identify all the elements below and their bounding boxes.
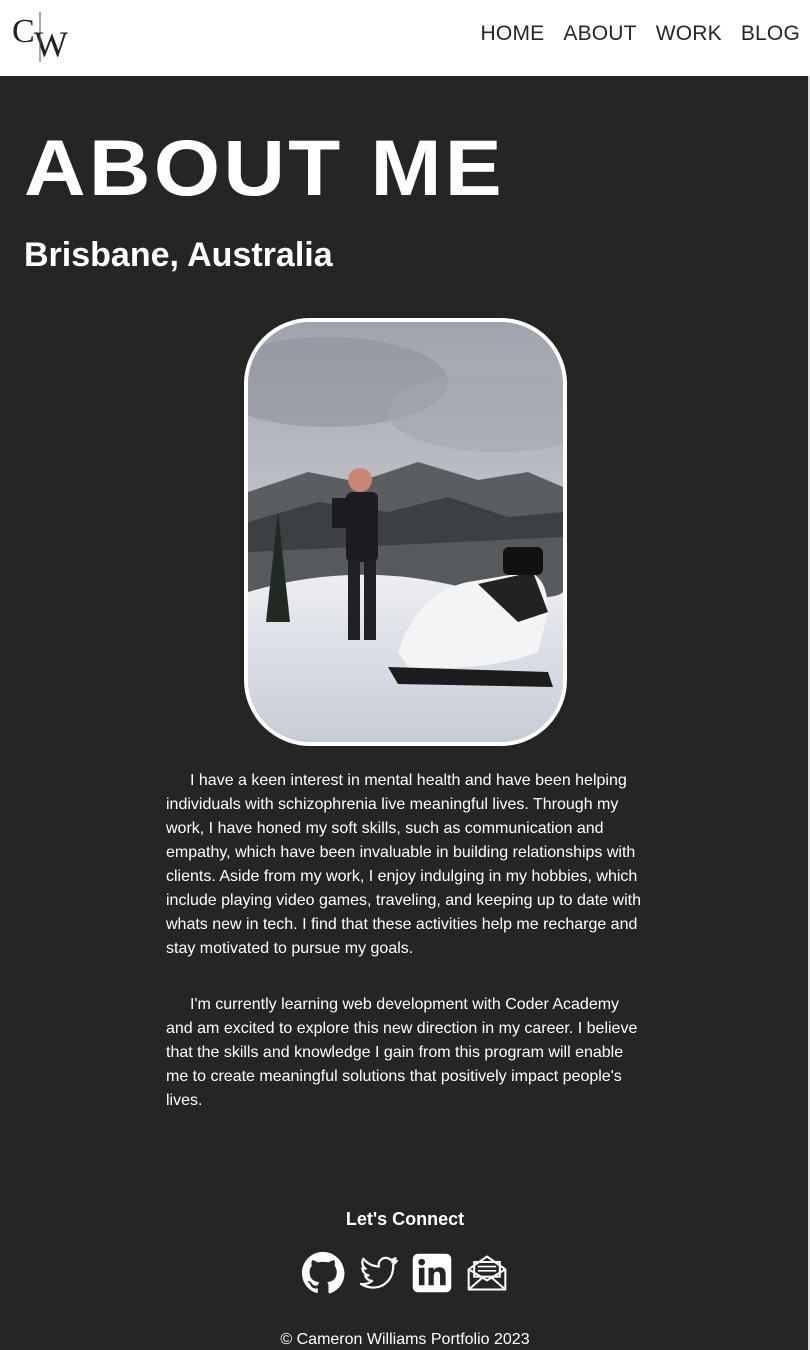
linkedin-icon[interactable] — [409, 1250, 455, 1296]
nav-home-link[interactable]: HOME — [481, 22, 545, 46]
location-subtitle: Brisbane, Australia — [24, 236, 333, 274]
svg-text:C: C — [12, 13, 35, 50]
email-icon[interactable] — [464, 1250, 510, 1296]
page-title: ABOUT ME — [24, 123, 505, 212]
profile-photo — [244, 318, 567, 746]
footer-copyright: © Cameron Williams Portfolio 2023 — [280, 1331, 530, 1348]
github-icon[interactable] — [300, 1250, 346, 1296]
bio-paragraph: I have a keen interest in mental health … — [166, 772, 641, 957]
bio-text: I have a keen interest in mental health … — [166, 769, 646, 1145]
social-links — [300, 1250, 510, 1296]
cw-logo-icon[interactable]: C W — [12, 8, 72, 66]
nav-about-link[interactable]: ABOUT — [563, 22, 636, 46]
bio-paragraph: I'm currently learning web development w… — [166, 996, 638, 1109]
svg-text:W: W — [34, 24, 68, 64]
main-nav: HOME ABOUT WORK BLOG — [481, 22, 800, 46]
nav-blog-link[interactable]: BLOG — [741, 22, 800, 46]
site-header: C W HOME ABOUT WORK BLOG — [0, 0, 810, 76]
connect-heading: Let's Connect — [345, 1209, 465, 1229]
twitter-icon[interactable] — [355, 1250, 401, 1296]
nav-work-link[interactable]: WORK — [656, 22, 722, 46]
